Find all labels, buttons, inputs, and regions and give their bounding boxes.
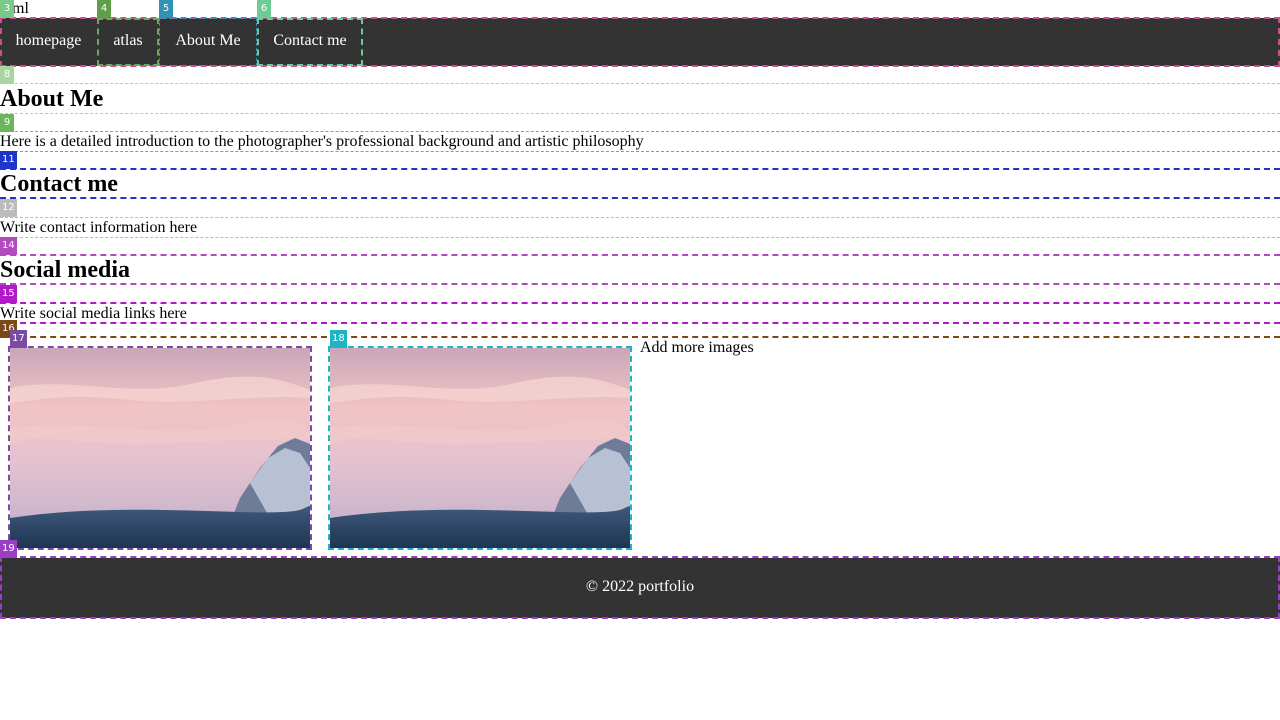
footer: © 2022 portfolio [0,558,1280,618]
nav-about-me[interactable]: About Me [159,18,257,66]
gallery-image-1 [10,348,310,548]
footer-text: © 2022 portfolio [585,578,695,595]
add-more-images-text: Add more images [640,339,754,356]
mountain-sunset-photo [330,348,630,548]
social-heading: Social media [0,257,130,283]
contact-text: Write contact information here [0,219,198,236]
marker-label: 14 [0,237,17,255]
annotation-box [0,83,1280,114]
gallery-image-2 [330,348,630,548]
marker-label: 12 [0,199,17,217]
marker-label: 18 [330,330,347,348]
navigation-bar: homepage atlas About Me Contact me [0,18,1280,66]
nav-contact-me[interactable]: Contact me [257,18,363,66]
marker-label: 17 [10,330,27,348]
marker-label: 6 [257,0,271,18]
annotation-box [0,254,1280,285]
marker-label: 3 [0,0,14,18]
mountain-sunset-photo [10,348,310,548]
marker-label: 15 [0,285,17,303]
social-text: Write social media links here [0,305,187,322]
contact-heading: Contact me [0,171,118,197]
page: ml homepage atlas About Me Contact me Ab… [0,0,1280,720]
marker-label: 5 [159,0,173,18]
marker-label: 11 [0,151,17,169]
nav-atlas[interactable]: atlas [97,18,159,66]
marker-label: 9 [0,114,14,132]
nav-homepage[interactable]: homepage [0,18,97,66]
annotation-box [0,168,1280,199]
marker-label: 19 [0,540,17,558]
marker-label: 4 [97,0,111,18]
top-text: ml [12,0,29,17]
marker-label: 8 [0,66,14,84]
annotation-box [0,302,1280,324]
about-heading: About Me [0,86,104,112]
about-text: Here is a detailed introduction to the p… [0,133,644,150]
